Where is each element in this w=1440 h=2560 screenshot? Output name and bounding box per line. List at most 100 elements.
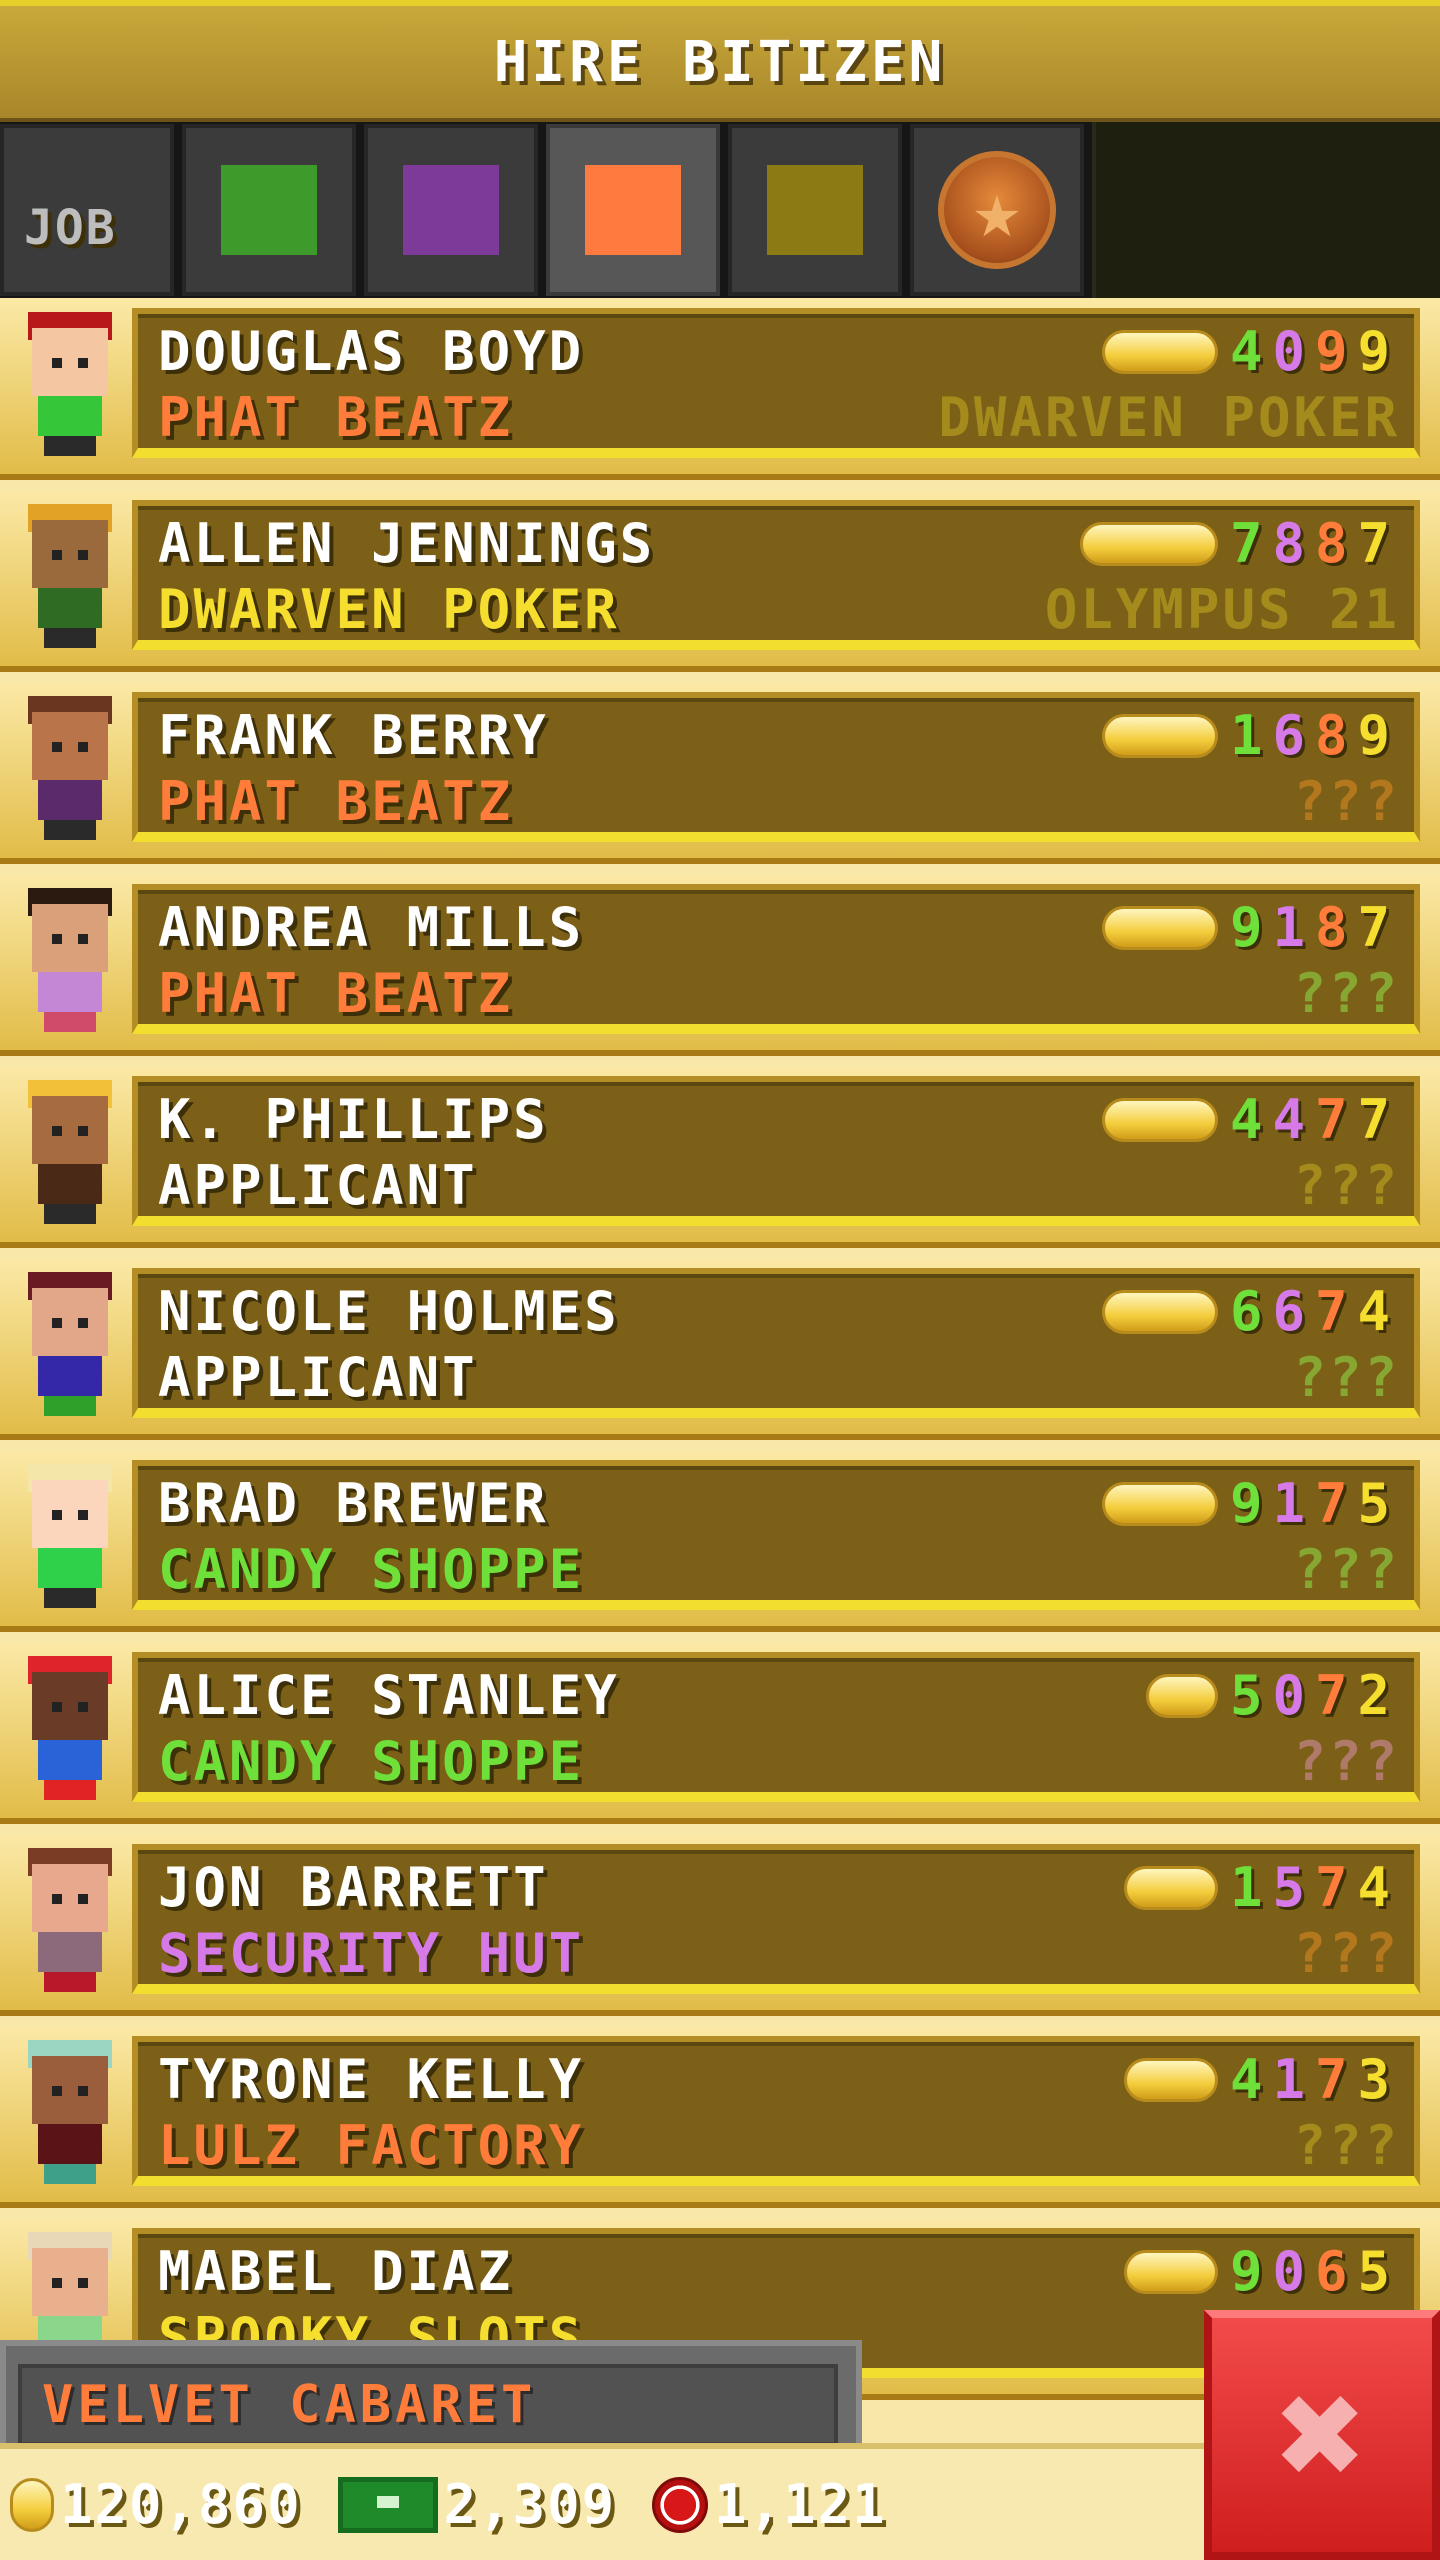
skill-value: 9 <box>1357 704 1400 767</box>
list-item[interactable]: ALLEN JENNINGS DWARVEN POKER OLYMPUS 21 788… <box>0 490 1440 672</box>
bitizen-avatar <box>14 1652 126 1802</box>
avatar-legs <box>44 1012 96 1032</box>
skill-values: 1689 <box>1230 704 1400 767</box>
bitizen-job: LULZ FACTORY <box>158 2114 585 2177</box>
skill-value: 5 <box>1229 1664 1273 1727</box>
tab-job[interactable]: JOB <box>0 124 174 296</box>
skill-stats: 7887 <box>1079 512 1400 575</box>
bitizen-job: SECURITY HUT <box>158 1922 585 1985</box>
list-item[interactable]: ALICE STANLEY CANDY SHOPPE??? 5072 <box>0 1642 1440 1824</box>
skill-value: 4 <box>1229 2048 1273 2111</box>
floor-label: VELVET CABARET <box>0 2340 862 2450</box>
list-item[interactable]: DOUGLAS BOYD PHAT BEATZ DWARVEN POKER 4099 <box>0 298 1440 480</box>
skill-value: 7 <box>1314 2048 1358 2111</box>
floor-label-box: VELVET CABARET <box>18 2364 838 2446</box>
bitizen-avatar <box>14 500 126 650</box>
avatar-legs <box>44 628 96 648</box>
tabs-background <box>1092 122 1440 298</box>
bitizen-job: PHAT BEATZ <box>158 770 514 833</box>
skill-value: 7 <box>1314 1280 1358 1343</box>
list-item[interactable]: ANDREA MILLS PHAT BEATZ??? 9187 <box>0 874 1440 1056</box>
skill-value: 9 <box>1229 1472 1273 1535</box>
avatar-body <box>38 1356 102 1396</box>
avatar-face <box>32 328 108 396</box>
skill-value: 0 <box>1272 1664 1315 1727</box>
avatar-eye <box>52 1510 62 1520</box>
skill-value: 7 <box>1357 512 1400 575</box>
close-icon: ✖ <box>1276 2348 1368 2522</box>
bitizen-card: NICOLE HOLMES APPLICANT??? 6674 <box>132 1268 1420 1418</box>
skill-value: 7 <box>1314 1664 1358 1727</box>
dream-job: ??? <box>1293 1730 1400 1793</box>
avatar-eye <box>52 2278 62 2288</box>
skill-value: 5 <box>1357 2240 1400 2303</box>
avatar-eye <box>78 1126 88 1136</box>
list-item[interactable]: FRANK BERRY PHAT BEATZ??? 1689 <box>0 682 1440 864</box>
skill-value: 4 <box>1357 1856 1400 1919</box>
skill-values: 4099 <box>1230 320 1400 383</box>
list-item[interactable]: BRAD BREWER CANDY SHOPPE??? 9175 <box>0 1450 1440 1632</box>
avatar-eye <box>78 358 88 368</box>
avatar-legs <box>44 1204 96 1224</box>
avatar-legs <box>44 1588 96 1608</box>
title-bar: HIRE BITIZEN <box>0 0 1440 122</box>
bitizen-job: APPLICANT <box>158 1346 478 1409</box>
list-item[interactable]: K. PHILLIPS APPLICANT??? 4477 <box>0 1066 1440 1248</box>
coin-stack-icon <box>1101 1097 1218 1142</box>
avatar-face <box>32 1672 108 1740</box>
skill-stats: 4477 <box>1101 1088 1400 1151</box>
tab-purple[interactable] <box>364 124 538 296</box>
color-swatch <box>221 165 317 255</box>
skill-stats: 9065 <box>1123 2240 1400 2303</box>
bitizen-name: NICOLE HOLMES <box>158 1280 620 1343</box>
bitizen-job: APPLICANT <box>158 1154 478 1217</box>
skill-values: 1574 <box>1230 1856 1400 1919</box>
avatar-eye <box>52 1126 62 1136</box>
skill-values: 4173 <box>1230 2048 1400 2111</box>
list-item[interactable]: JON BARRETT SECURITY HUT??? 1574 <box>0 1834 1440 2016</box>
bitizen-name: FRANK BERRY <box>158 704 549 767</box>
bitizen-name: DOUGLAS BOYD <box>158 320 585 383</box>
color-swatch <box>403 165 499 255</box>
bitizen-avatar <box>14 1076 126 1226</box>
tab-star[interactable]: ★ <box>910 124 1084 296</box>
bitizen-name: ALICE STANLEY <box>158 1664 620 1727</box>
avatar-body <box>38 780 102 820</box>
list-item[interactable]: TYRONE KELLY LULZ FACTORY??? 4173 <box>0 2026 1440 2208</box>
skill-stats: 4099 <box>1101 320 1400 383</box>
bux-display: 2,309 <box>337 2473 617 2536</box>
skill-stats: 5072 <box>1145 1664 1400 1727</box>
bitizen-avatar <box>14 308 126 458</box>
skill-value: 9 <box>1357 320 1400 383</box>
avatar-face <box>32 1096 108 1164</box>
bux-value: 2,309 <box>443 2473 617 2536</box>
close-button[interactable]: ✖ <box>1204 2310 1440 2560</box>
tab-yellow[interactable] <box>728 124 902 296</box>
bitizen-name: ALLEN JENNINGS <box>158 512 656 575</box>
skill-stats: 9187 <box>1101 896 1400 959</box>
dream-job: ??? <box>1293 1154 1400 1217</box>
skill-value: 6 <box>1272 704 1315 767</box>
chips-value: 1,121 <box>714 2473 887 2536</box>
skill-value: 0 <box>1272 320 1315 383</box>
bitizen-list[interactable]: DOUGLAS BOYD PHAT BEATZ DWARVEN POKER 4099 A… <box>0 298 1440 2443</box>
skill-values: 9187 <box>1230 896 1400 959</box>
avatar-eye <box>52 934 62 944</box>
dream-job: ??? <box>1293 1922 1400 1985</box>
skill-values: 7887 <box>1230 512 1400 575</box>
bitizen-avatar <box>14 884 126 1034</box>
list-item[interactable]: NICOLE HOLMES APPLICANT??? 6674 <box>0 1258 1440 1440</box>
avatar-eye <box>52 358 62 368</box>
avatar-face <box>32 1480 108 1548</box>
skill-value: 4 <box>1229 320 1273 383</box>
bitizen-job: PHAT BEATZ <box>158 962 514 1025</box>
bitizen-job: DWARVEN POKER <box>158 578 620 641</box>
tab-green[interactable] <box>182 124 356 296</box>
skill-value: 8 <box>1314 512 1358 575</box>
skill-value: 4 <box>1357 1280 1400 1343</box>
tab-orange[interactable] <box>546 124 720 296</box>
skill-value: 3 <box>1357 2048 1400 2111</box>
avatar-legs <box>44 436 96 456</box>
filter-tabs: JOB ★ <box>0 122 1440 298</box>
bitizen-avatar <box>14 1844 126 1994</box>
